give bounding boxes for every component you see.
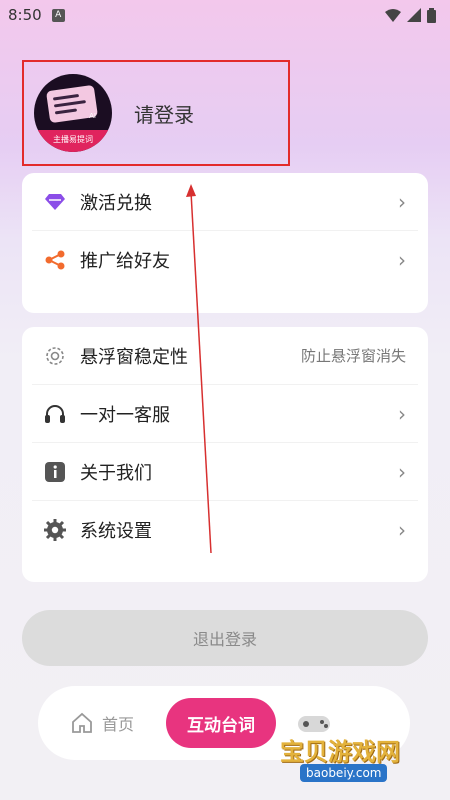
menu-item-share[interactable]: 推广给好友 › [32, 231, 418, 289]
chevron-right-icon: › [398, 248, 406, 272]
menu-item-support[interactable]: 一对一客服 › [32, 385, 418, 443]
menu-item-hint: 防止悬浮窗消失 [300, 347, 406, 365]
menu-group-1: 激活兑换 › 推广给好友 › [22, 173, 428, 313]
menu-item-activate[interactable]: 激活兑换 › [32, 173, 418, 231]
settings-icon [44, 519, 66, 541]
avatar-ai-tag: AI [89, 112, 96, 120]
status-time: 8:50 [8, 6, 42, 24]
menu-item-about[interactable]: 关于我们 › [32, 443, 418, 501]
watermark-logo: 宝贝游戏网 baobeiy.com [272, 702, 450, 800]
login-text: 请登录 [134, 102, 194, 127]
status-icons [385, 7, 436, 23]
share-icon [44, 249, 66, 271]
watermark-title: 宝贝游戏网 [280, 738, 400, 766]
menu-group-2: 悬浮窗稳定性 防止悬浮窗消失 一对一客服 › 关于我们 › 系统设置 › [22, 327, 428, 582]
nav-interactive-lines[interactable]: 互动台词 [166, 698, 277, 748]
chevron-right-icon: › [398, 518, 406, 542]
menu-item-label: 系统设置 [80, 521, 152, 542]
home-icon [72, 712, 92, 733]
login-profile-area[interactable]: AI 主播易提词 请登录 [22, 60, 290, 166]
nav-home[interactable]: 首页 [70, 711, 134, 735]
gear-outline-icon [44, 345, 66, 367]
watermark-url: baobeiy.com [300, 764, 388, 782]
menu-item-label: 推广给好友 [80, 251, 170, 272]
menu-item-label: 悬浮窗稳定性 [80, 346, 188, 368]
status-bar: 8:50 A [0, 0, 450, 30]
menu-item-float-stability[interactable]: 悬浮窗稳定性 防止悬浮窗消失 [32, 327, 418, 385]
avatar: AI 主播易提词 [34, 74, 112, 152]
chevron-right-icon: › [398, 189, 406, 214]
menu-item-label: 激活兑换 [80, 192, 152, 214]
battery-icon [427, 7, 436, 23]
chevron-right-icon: › [398, 401, 406, 426]
menu-item-settings[interactable]: 系统设置 › [32, 501, 418, 559]
notification-a-icon: A [51, 8, 65, 22]
diamond-icon [44, 191, 66, 213]
menu-item-label: 一对一客服 [80, 404, 170, 426]
info-icon [44, 461, 66, 483]
wifi-icon [385, 8, 401, 22]
chevron-right-icon: › [398, 459, 406, 484]
avatar-band: 主播易提词 [34, 130, 112, 152]
nav-home-label: 首页 [102, 715, 135, 734]
signal-icon [407, 8, 421, 22]
logout-button[interactable]: 退出登录 [22, 610, 428, 666]
headset-icon [44, 403, 66, 425]
menu-item-label: 关于我们 [80, 462, 152, 484]
